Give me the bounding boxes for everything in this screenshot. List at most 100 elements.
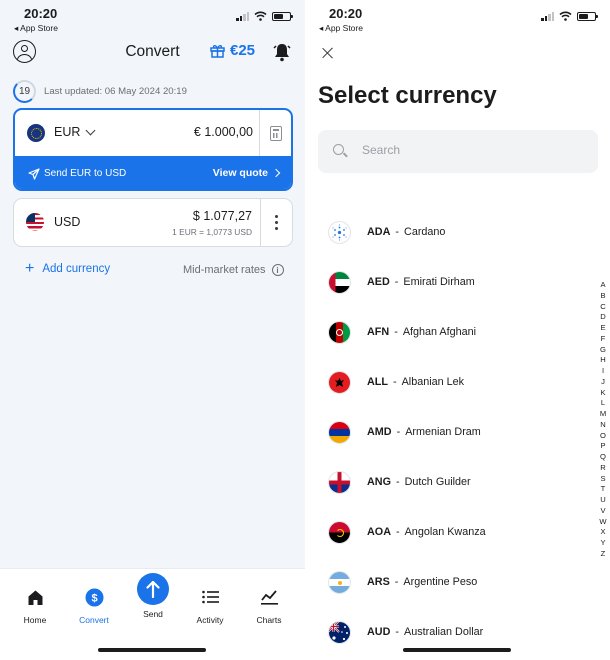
index-letter[interactable]: E [598, 323, 608, 334]
status-bar: 20:20 ◂ App Store [305, 0, 610, 36]
separator: - [394, 326, 398, 338]
from-currency-code[interactable]: EUR [54, 125, 80, 139]
to-currency-code[interactable]: USD [54, 215, 80, 229]
tab-convert[interactable]: $ Convert [64, 587, 124, 625]
index-letter[interactable]: D [598, 312, 608, 323]
separator: - [396, 426, 401, 438]
back-to-app-store[interactable]: ◂ App Store [319, 23, 363, 34]
tab-activity[interactable]: Activity [180, 587, 240, 625]
index-letter[interactable]: N [598, 420, 608, 431]
tab-activity-label: Activity [196, 615, 224, 625]
tab-home[interactable]: Home [5, 587, 65, 625]
us-flag-icon [26, 213, 44, 231]
home-indicator [98, 648, 206, 652]
list-item[interactable]: ANG - Dutch Guilder [328, 471, 588, 497]
index-letter[interactable]: G [598, 345, 608, 356]
index-letter[interactable]: M [598, 409, 608, 420]
gift-icon [210, 44, 225, 58]
close-icon[interactable] [322, 47, 334, 59]
calculator-button[interactable] [259, 110, 291, 156]
reward-amount: €25 [230, 42, 256, 59]
albania-flag-icon [328, 371, 351, 394]
select-currency-screen: 20:20 ◂ App Store Select currency ADA-Ca… [305, 0, 610, 660]
separator: - [395, 226, 400, 238]
tab-send-label[interactable]: Send [131, 609, 175, 619]
wifi-icon [559, 11, 572, 21]
from-amount-input[interactable]: € 1.000,00 [194, 125, 253, 139]
index-letter[interactable]: V [598, 506, 608, 517]
more-options-button[interactable] [260, 199, 292, 246]
index-letter[interactable]: U [598, 495, 608, 506]
index-letter[interactable]: Q [598, 452, 608, 463]
index-letter[interactable]: P [598, 441, 608, 452]
index-letter[interactable]: F [598, 334, 608, 345]
refresh-timer[interactable]: 19 [13, 80, 36, 103]
signal-icon [236, 11, 249, 21]
currency-name: Emirati Dirham [403, 276, 475, 288]
index-letter[interactable]: H [598, 355, 608, 366]
search-input[interactable] [362, 143, 562, 157]
back-to-app-store[interactable]: ◂ App Store [14, 23, 58, 34]
list-item[interactable]: AMD - Armenian Dram [328, 421, 588, 447]
send-button[interactable] [137, 573, 169, 605]
search-box[interactable] [318, 130, 598, 173]
charts-icon [260, 589, 278, 605]
list-item[interactable]: AUD - Australian Dollar [328, 621, 588, 647]
activity-icon [201, 590, 219, 604]
view-quote-button[interactable]: View quote [213, 167, 281, 179]
index-letter[interactable]: R [598, 463, 608, 474]
index-letter[interactable]: O [598, 431, 608, 442]
midmarket-rates-link[interactable]: Mid-market rates i [183, 264, 284, 276]
more-icon [275, 215, 278, 218]
currency-name: Armenian Dram [405, 426, 481, 438]
index-letter[interactable]: J [598, 377, 608, 388]
armenia-flag-icon [328, 421, 351, 444]
index-letter[interactable]: K [598, 388, 608, 399]
index-letter[interactable]: X [598, 527, 608, 538]
index-letter[interactable]: I [598, 366, 608, 377]
convert-icon: $ [85, 588, 103, 606]
quote-bar[interactable]: Send EUR to USD View quote [15, 156, 291, 189]
bell-icon[interactable] [273, 42, 291, 62]
index-letter[interactable]: T [598, 484, 608, 495]
midmarket-label: Mid-market rates [183, 264, 266, 276]
last-updated-row: 19 Last updated: 06 May 2024 20:19 [13, 80, 187, 103]
page-title: Select currency [318, 82, 497, 109]
index-letter[interactable]: A [598, 280, 608, 291]
index-letter[interactable]: C [598, 302, 608, 313]
status-time: 20:20 [24, 6, 58, 21]
index-letter[interactable]: S [598, 474, 608, 485]
home-indicator [403, 648, 511, 652]
alphabet-index[interactable]: ABCDEFGHIJKLMNOPQRSTUVWXYZ [598, 280, 608, 560]
svg-text:$: $ [91, 592, 97, 604]
list-item[interactable]: ADA - Cardano [328, 221, 588, 247]
send-plane-icon [28, 168, 40, 180]
convert-header: Convert €25 [0, 38, 305, 66]
to-amount[interactable]: $ 1.077,27 [193, 209, 252, 223]
currency-code: ARS [367, 576, 390, 588]
tab-charts-label: Charts [256, 615, 282, 625]
from-currency-row[interactable]: EUR € 1.000,00 [15, 110, 291, 156]
list-item[interactable]: ARS - Argentine Peso [328, 571, 588, 597]
index-letter[interactable]: Y [598, 538, 608, 549]
from-currency-card[interactable]: EUR € 1.000,00 Send EUR to USD View quot… [13, 108, 293, 191]
index-letter[interactable]: L [598, 398, 608, 409]
index-letter[interactable]: W [598, 517, 608, 528]
list-item[interactable]: AED - Emirati Dirham [328, 271, 588, 297]
list-item[interactable]: AFN - Afghan Afghani [328, 321, 588, 347]
list-item[interactable]: AOA - Angolan Kwanza [328, 521, 588, 547]
add-currency-button[interactable]: + Add currency [25, 261, 110, 277]
tab-charts[interactable]: Charts [239, 587, 299, 625]
tab-convert-label: Convert [79, 615, 109, 625]
info-icon[interactable]: i [271, 264, 284, 276]
currency-code: AOA [367, 526, 391, 538]
status-time: 20:20 [329, 6, 363, 21]
to-currency-card[interactable]: USD $ 1.077,27 1 EUR = 1,0773 USD [13, 198, 293, 247]
chevron-down-icon[interactable] [85, 125, 96, 136]
signal-icon [541, 11, 554, 21]
reward-button[interactable]: €25 [210, 42, 255, 59]
index-letter[interactable]: Z [598, 549, 608, 560]
uae-flag-icon [328, 271, 351, 294]
list-item[interactable]: ALL - Albanian Lek [328, 371, 588, 397]
index-letter[interactable]: B [598, 291, 608, 302]
